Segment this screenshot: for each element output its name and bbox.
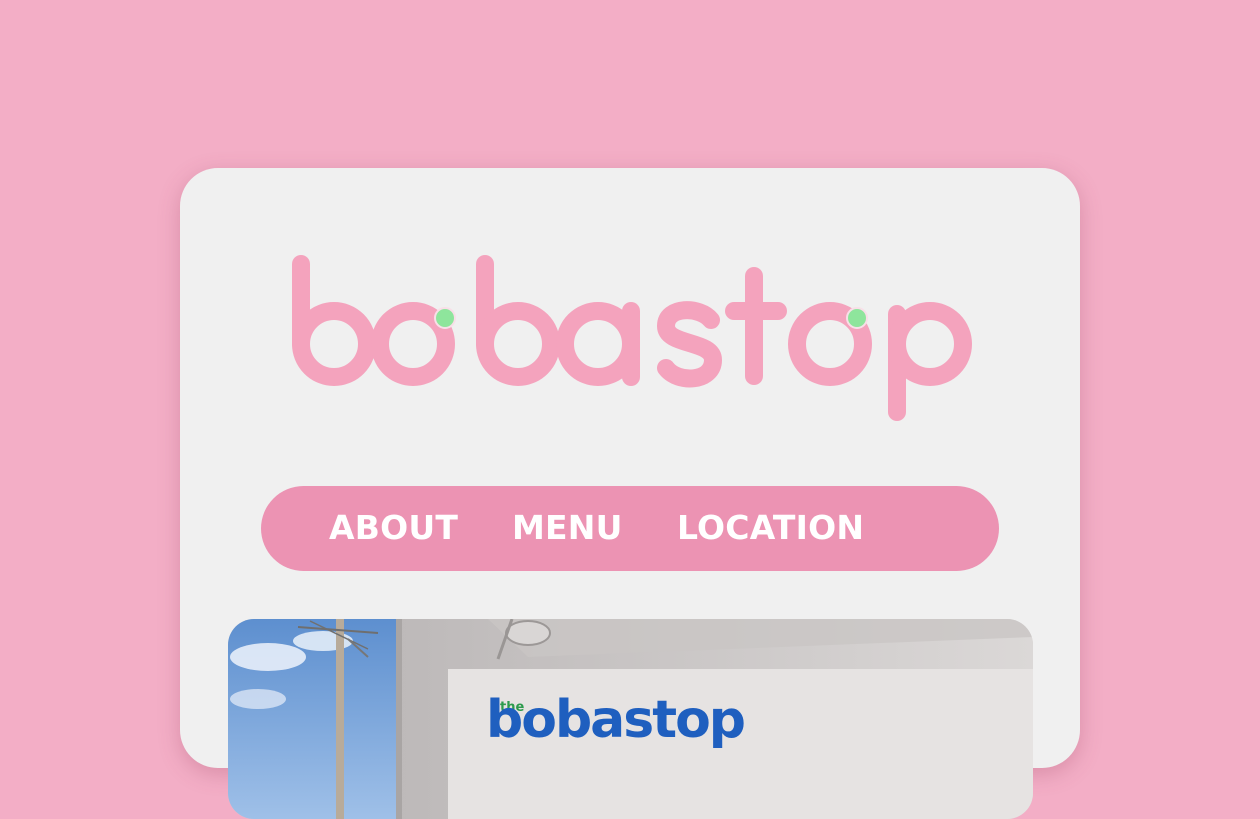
nav-link-location[interactable]: LOCATION — [677, 508, 864, 548]
storefront-sign-text: bobastop — [486, 690, 744, 750]
main-card: bobastop ABOUT MENU LOCATION — [180, 168, 1080, 819]
main-nav: ABOUT MENU LOCATION — [261, 486, 999, 571]
logo-graphic — [292, 255, 972, 421]
storefront-photo: the bobastop — [228, 619, 1033, 819]
storefront-illustration: the bobastop — [228, 619, 1033, 819]
nav-link-about[interactable]: ABOUT — [329, 508, 458, 548]
bobastop-logo[interactable]: bobastop — [288, 254, 978, 424]
nav-link-menu[interactable]: MENU — [512, 508, 623, 548]
